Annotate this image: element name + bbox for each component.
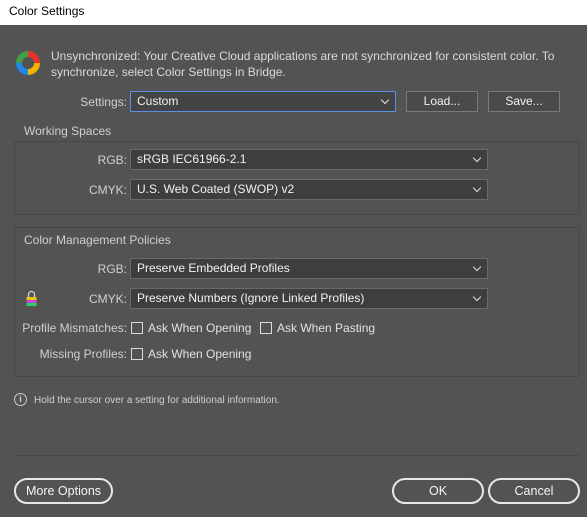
chevron-down-icon [472,262,482,272]
chevron-down-icon [472,292,482,302]
info-text: Hold the cursor over a setting for addit… [34,395,280,406]
ws-cmyk-value: U.S. Web Coated (SWOP) v2 [137,182,295,196]
cancel-button[interactable]: Cancel [488,478,580,504]
sync-message: Unsynchronized: Your Creative Cloud appl… [51,49,555,79]
ws-rgb-dropdown[interactable]: sRGB IEC61966-2.1 [130,149,488,170]
missing-opening-checkbox[interactable] [131,348,143,360]
load-button[interactable]: Load... [406,91,478,112]
creative-cloud-sync-icon [16,51,40,75]
info-icon: i [14,393,27,406]
missing-profiles-label: Missing Profiles: [39,347,127,361]
ws-rgb-value: sRGB IEC61966-2.1 [137,152,247,166]
more-options-button[interactable]: More Options [14,478,113,504]
mismatch-pasting-checkbox[interactable] [260,322,272,334]
chevron-down-icon [380,95,390,105]
policy-cmyk-label: CMYK: [88,292,127,306]
mismatch-opening-label[interactable]: Ask When Opening [148,320,251,336]
policy-cmyk-value: Preserve Numbers (Ignore Linked Profiles… [137,291,365,305]
window-title: Color Settings [9,4,85,18]
policy-rgb-value: Preserve Embedded Profiles [137,261,290,275]
mismatch-opening-checkbox[interactable] [131,322,143,334]
policy-rgb-label: RGB: [97,262,127,276]
mismatch-pasting-label[interactable]: Ask When Pasting [277,320,375,336]
ok-button[interactable]: OK [392,478,484,504]
settings-value: Custom [137,94,179,108]
policies-title: Color Management Policies [24,233,171,247]
chevron-down-icon [472,153,482,163]
ws-rgb-label: RGB: [97,153,127,167]
policy-cmyk-dropdown[interactable]: Preserve Numbers (Ignore Linked Profiles… [130,288,488,309]
chevron-down-icon [472,183,482,193]
settings-label: Settings: [80,95,127,109]
policy-rgb-dropdown[interactable]: Preserve Embedded Profiles [130,258,488,279]
working-spaces-title: Working Spaces [24,124,112,138]
settings-dropdown[interactable]: Custom [130,91,396,112]
lock-icon [26,290,37,306]
footer-divider [14,455,580,456]
profile-mismatches-label: Profile Mismatches: [22,321,127,335]
ws-cmyk-dropdown[interactable]: U.S. Web Coated (SWOP) v2 [130,179,488,200]
ws-cmyk-label: CMYK: [88,183,127,197]
title-bar: Color Settings [0,0,587,25]
save-button[interactable]: Save... [488,91,560,112]
missing-opening-label[interactable]: Ask When Opening [148,346,251,362]
